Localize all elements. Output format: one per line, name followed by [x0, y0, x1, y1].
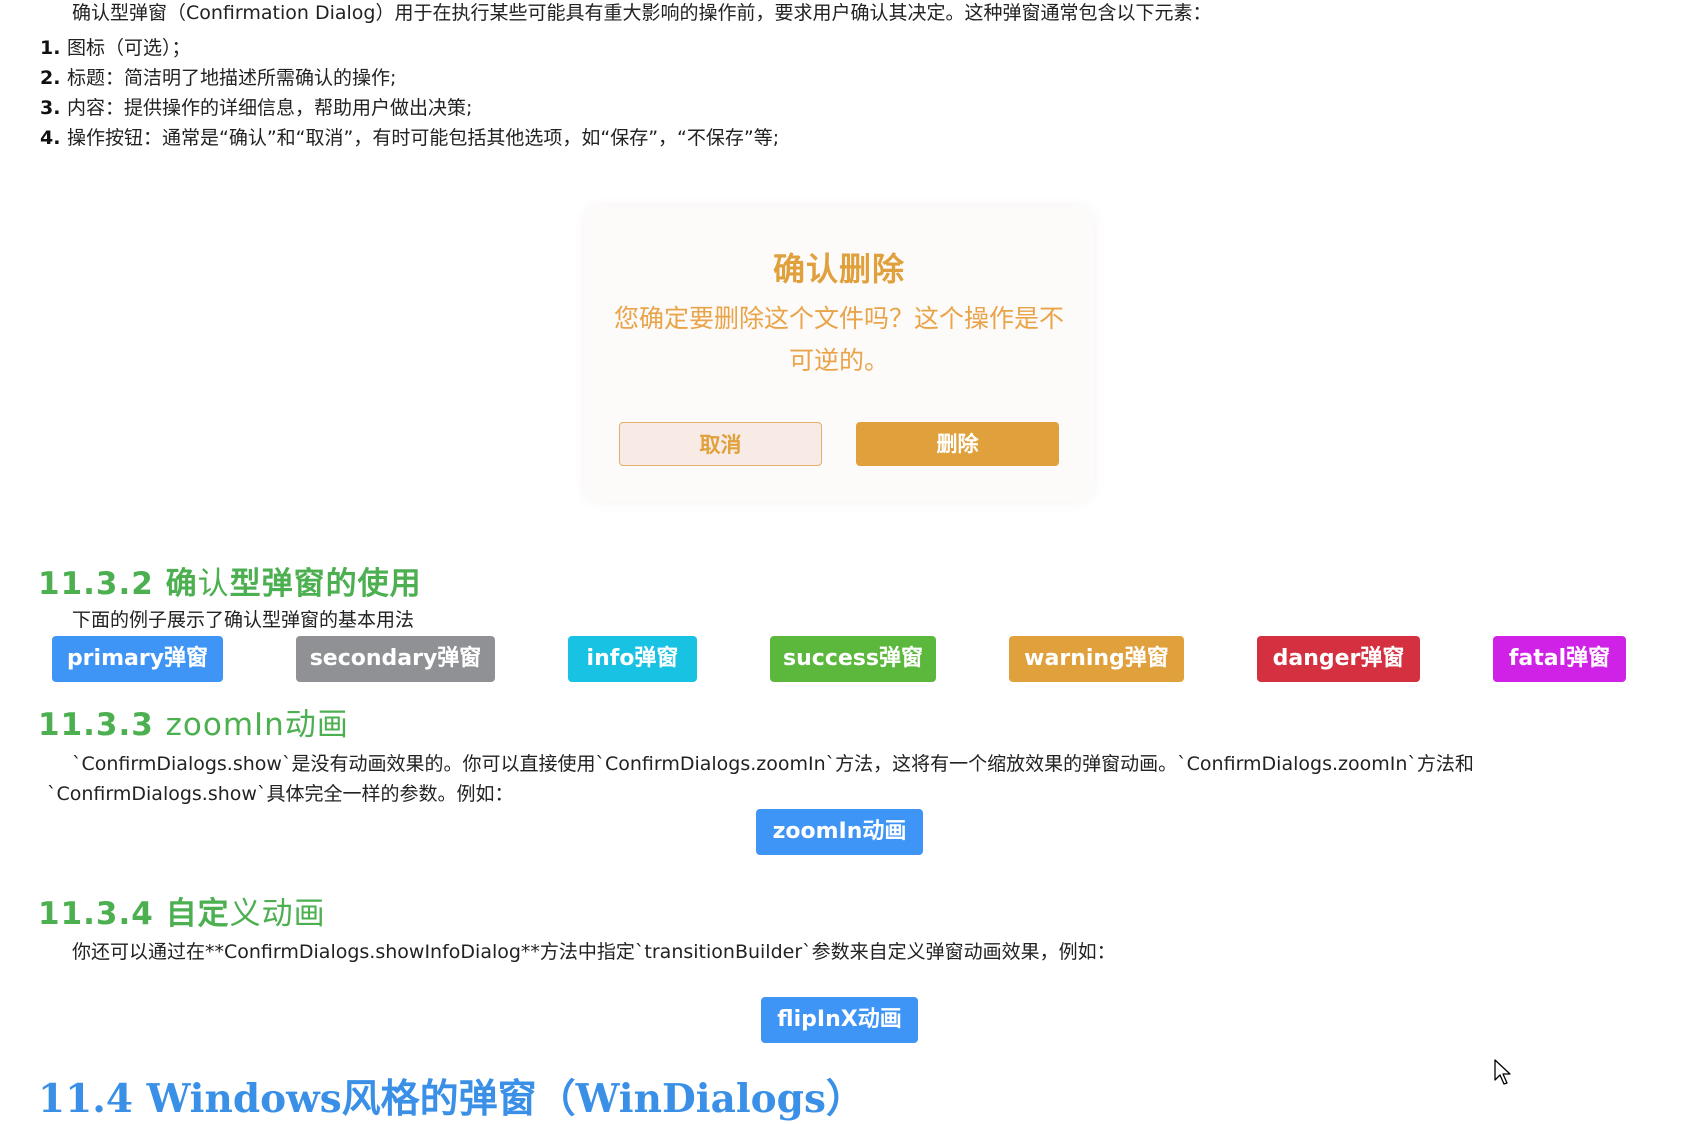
intro-paragraph: 确认型弹窗（Confirmation Dialog）用于在执行某些可能具有重大影…	[72, 2, 1212, 24]
heading-part: 11.3.4 自定	[38, 896, 230, 932]
section-heading-windialogs: 11.4 Windows风格的弹窗（WinDialogs）	[38, 1076, 865, 1122]
flipinx-animation-button[interactable]: flipInX动画	[761, 997, 918, 1043]
heading-part: 确	[165, 566, 198, 602]
zoomin-animation-button[interactable]: zoomIn动画	[756, 809, 923, 855]
heading-part: 认	[197, 566, 230, 602]
cancel-button[interactable]: 取消	[619, 422, 822, 466]
list-text: 图标（可选）；	[67, 37, 191, 59]
fatal-dialog-button[interactable]: fatal弹窗	[1493, 636, 1626, 682]
list-number: 1.	[40, 37, 61, 59]
list-number: 3.	[40, 97, 61, 119]
delete-button[interactable]: 删除	[856, 422, 1059, 466]
warning-dialog-button[interactable]: warning弹窗	[1009, 636, 1184, 682]
heading-part: 义动画	[229, 896, 326, 932]
list-item: 2. 标题：简洁明了地描述所需确认的操作;	[40, 63, 779, 93]
section-heading-zoom: 11.3.3 zoomIn动画	[38, 699, 349, 744]
zoom-paragraph-line1: `ConfirmDialogs.show`是没有动画效果的。你可以直接使用`Co…	[72, 753, 1474, 775]
custom-description: 你还可以通过在**ConfirmDialogs.showInfoDialog**…	[72, 941, 1116, 963]
primary-dialog-button[interactable]: primary弹窗	[52, 636, 223, 682]
elements-list: 1. 图标（可选）； 2. 标题：简洁明了地描述所需确认的操作; 3. 内容：提供操作…	[40, 33, 779, 153]
heading-part: zoomIn动画	[165, 707, 349, 743]
secondary-dialog-button[interactable]: secondary弹窗	[296, 636, 495, 682]
dialog-title: 确认删除	[772, 250, 905, 288]
zoom-paragraph-line2: `ConfirmDialogs.show`具体完全一样的参数。例如：	[47, 783, 514, 805]
danger-dialog-button[interactable]: danger弹窗	[1257, 636, 1420, 682]
list-text: 标题：简洁明了地描述所需确认的操作;	[67, 67, 397, 89]
usage-description: 下面的例子展示了确认型弹窗的基本用法	[72, 609, 415, 631]
heading-number: 11.3.2	[38, 566, 166, 602]
success-dialog-button[interactable]: success弹窗	[770, 636, 936, 682]
info-dialog-button[interactable]: info弹窗	[568, 636, 697, 682]
document-page: 确认型弹窗（Confirmation Dialog）用于在执行某些可能具有重大影…	[0, 0, 1686, 1122]
list-item: 1. 图标（可选）；	[40, 33, 779, 63]
dialog-message: 您确定要删除这个文件吗？这个操作是不可逆的。	[614, 304, 1065, 375]
list-item: 4. 操作按钮：通常是“确认”和“取消”，有时可能包括其他选项，如“保存”，“不保…	[40, 123, 779, 153]
section-heading-usage: 11.3.2 确认型弹窗的使用	[38, 558, 422, 603]
section-heading-custom: 11.3.4 自定义动画	[38, 888, 326, 933]
list-number: 2.	[40, 67, 61, 89]
list-number: 4.	[40, 127, 61, 149]
list-item: 3. 内容：提供操作的详细信息，帮助用户做出决策;	[40, 93, 779, 123]
heading-number: 11.3.3	[38, 707, 166, 743]
list-text: 操作按钮：通常是“确认”和“取消”，有时可能包括其他选项，如“保存”，“不保存”…	[67, 127, 780, 149]
list-text: 内容：提供操作的详细信息，帮助用户做出决策;	[67, 97, 473, 119]
mouse-pointer-icon	[1494, 1059, 1511, 1085]
confirm-dialog-demo: 确认删除 您确定要删除这个文件吗？这个操作是不可逆的。 取消 删除	[584, 206, 1094, 502]
heading-part: 型弹窗的使用	[229, 566, 422, 602]
